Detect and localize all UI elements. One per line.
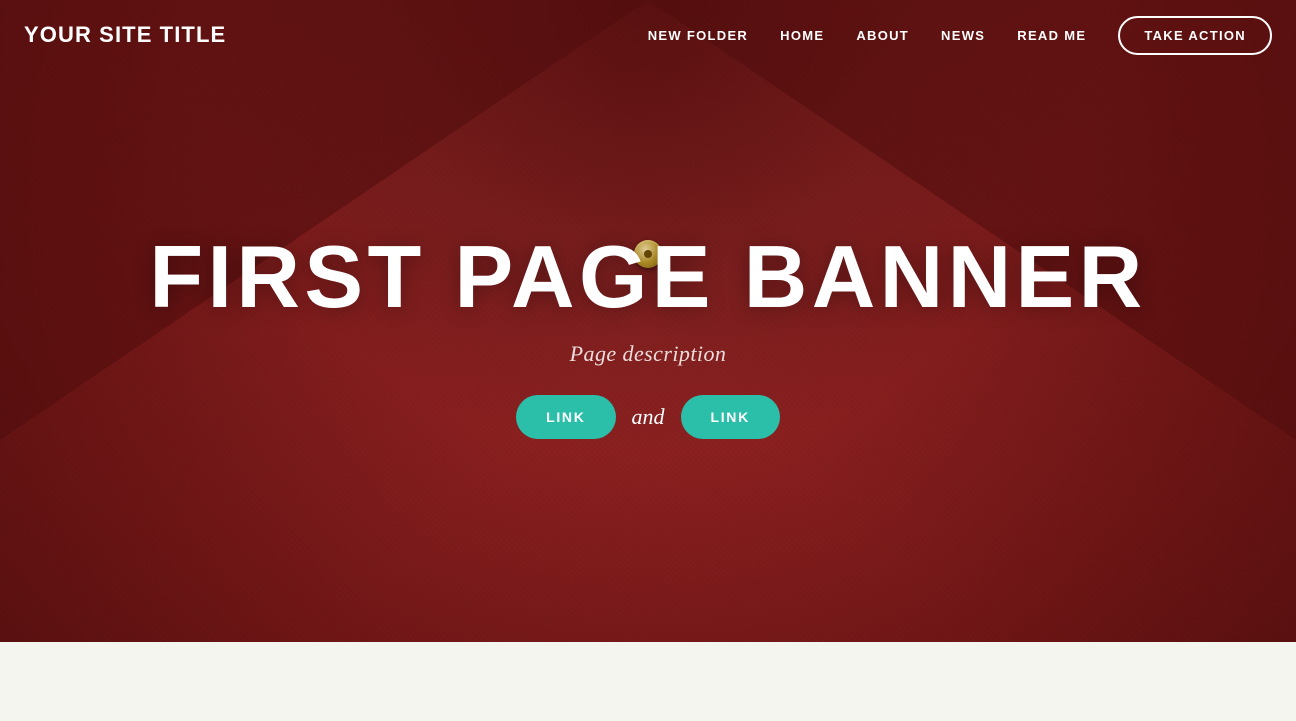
nav-links: NEW FOLDER HOME ABOUT NEWS READ ME TAKE … bbox=[648, 16, 1272, 55]
take-action-button[interactable]: TAKE ACTION bbox=[1118, 16, 1272, 55]
nav-link-read-me[interactable]: READ ME bbox=[1017, 28, 1086, 43]
nav-link-about[interactable]: ABOUT bbox=[856, 28, 909, 43]
banner-description: Page description bbox=[570, 341, 727, 367]
nav-link-news[interactable]: NEWS bbox=[941, 28, 985, 43]
hero-and-text: and bbox=[632, 404, 665, 430]
site-title: YOUR SITE TITLE bbox=[24, 22, 226, 48]
banner-title: FIRST PAGE BANNER bbox=[149, 233, 1146, 321]
hero-link-button-2[interactable]: LINK bbox=[681, 395, 780, 439]
hero-buttons: LINK and LINK bbox=[516, 395, 780, 439]
hero-content: FIRST PAGE BANNER Page description LINK … bbox=[149, 233, 1146, 439]
navbar: YOUR SITE TITLE NEW FOLDER HOME ABOUT NE… bbox=[0, 0, 1296, 70]
hero-link-button-1[interactable]: LINK bbox=[516, 395, 615, 439]
below-hero-section bbox=[0, 642, 1296, 721]
nav-link-home[interactable]: HOME bbox=[780, 28, 824, 43]
hero-section: FIRST PAGE BANNER Page description LINK … bbox=[0, 0, 1296, 642]
nav-link-new-folder[interactable]: NEW FOLDER bbox=[648, 28, 748, 43]
